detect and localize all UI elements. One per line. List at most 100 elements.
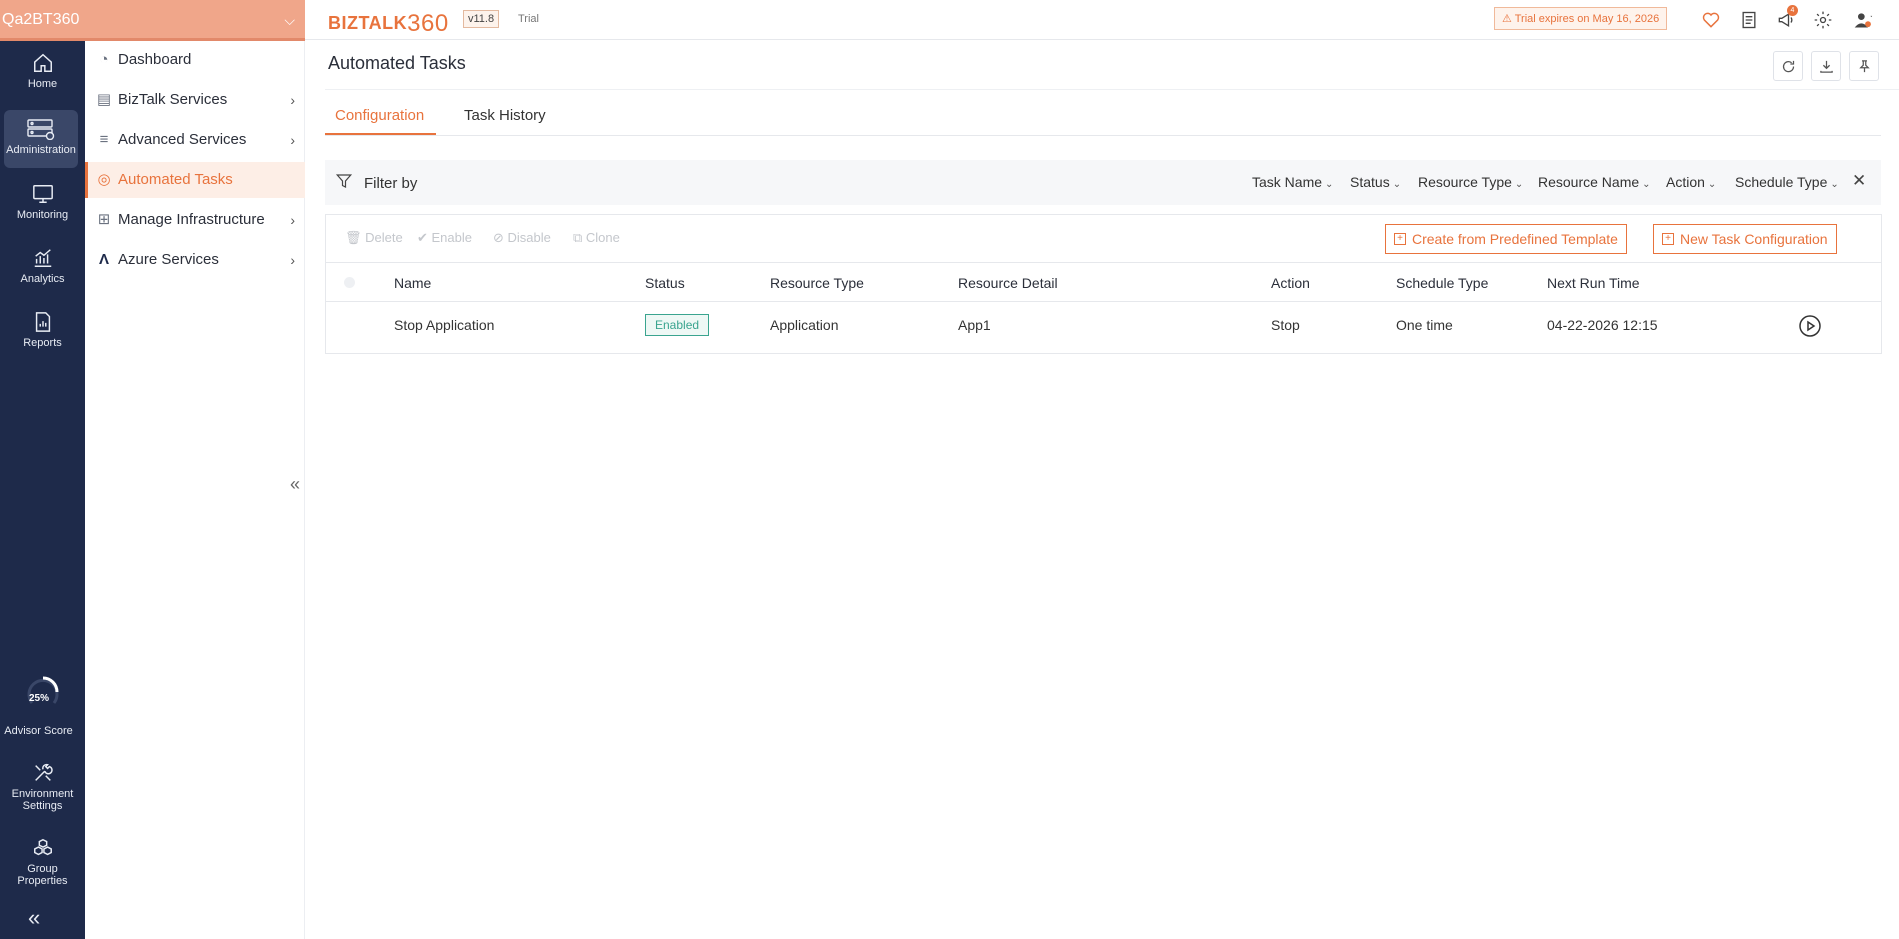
select-all-checkbox[interactable] — [344, 277, 355, 288]
new-task-configuration-label: New Task Configuration — [1680, 231, 1828, 247]
subnav-item-dashboard[interactable]: ◔ Dashboard — [85, 42, 305, 78]
rail-item-reports[interactable]: Reports — [0, 311, 85, 349]
cell-name[interactable]: Stop Application — [394, 317, 494, 333]
subnav-label-biztalk-services: BizTalk Services — [118, 91, 228, 108]
subnav-item-automated-tasks[interactable]: ◎ Automated Tasks — [85, 162, 305, 198]
download-button[interactable] — [1811, 51, 1841, 81]
app-logo[interactable]: BIZTALK360 — [328, 8, 449, 37]
filter-schedule-type-dropdown[interactable]: Schedule Type ⌄ — [1735, 174, 1839, 190]
create-from-template-label: Create from Predefined Template — [1412, 231, 1618, 247]
health-heart-icon[interactable] — [1701, 10, 1721, 30]
tools-icon — [34, 763, 53, 781]
subnav-item-manage-infrastructure[interactable]: ⊞ Manage Infrastructure › — [85, 202, 305, 238]
rail-label-home: Home — [27, 78, 58, 90]
subnav-item-azure-services[interactable]: Λ Azure Services › — [85, 242, 305, 278]
rail-item-environment-settings[interactable]: Environment Settings — [0, 762, 85, 812]
subnav-label-advanced-services: Advanced Services — [118, 131, 247, 148]
clone-button[interactable]: ⧉ Clone — [573, 230, 620, 246]
column-header-name[interactable]: Name — [394, 275, 431, 291]
rail-item-monitoring[interactable]: Monitoring — [0, 183, 85, 221]
tab-task-history[interactable]: Task History — [464, 107, 546, 124]
enable-label: Enable — [431, 230, 472, 245]
home-icon — [33, 53, 52, 72]
subnav-label-automated-tasks: Automated Tasks — [118, 171, 233, 188]
gear-icon[interactable] — [1813, 10, 1833, 30]
run-task-play-icon[interactable] — [1798, 314, 1822, 338]
delete-label: Delete — [365, 230, 403, 245]
rail-item-group-properties[interactable]: Group Properties — [0, 837, 85, 887]
rail-item-administration[interactable]: Administration — [4, 110, 78, 168]
filter-schedule-type-label: Schedule Type — [1735, 174, 1828, 190]
column-header-status[interactable]: Status — [645, 275, 685, 291]
column-header-resource-type[interactable]: Resource Type — [770, 275, 864, 291]
disable-button[interactable]: ⊘ Disable — [493, 230, 551, 246]
subnav-item-biztalk-services[interactable]: ▤ BizTalk Services › — [85, 82, 305, 118]
chevron-down-icon: ⌄ — [1707, 179, 1717, 190]
biztalk-icon: ▤ — [96, 91, 112, 108]
cell-action: Stop — [1271, 317, 1300, 333]
enable-button[interactable]: ✔ Enable — [417, 230, 472, 246]
new-task-configuration-button[interactable]: + New Task Configuration — [1653, 224, 1837, 254]
top-header: BIZTALK360 v11.8 Trial ⚠ Trial expires o… — [305, 0, 1899, 40]
subnav-item-advanced-services[interactable]: ≡ Advanced Services › — [85, 122, 305, 158]
status-badge: Enabled — [645, 314, 710, 336]
rail-collapse-icon[interactable]: « — [28, 905, 40, 931]
clear-filters-close-icon[interactable]: ✕ — [1852, 171, 1866, 191]
environment-name: Qa2BT360 — [2, 11, 80, 28]
tab-configuration[interactable]: Configuration — [335, 107, 424, 124]
server-admin-icon — [27, 119, 55, 140]
environment-selector-edge — [0, 38, 305, 41]
subnav-label-azure-services: Azure Services — [118, 251, 219, 268]
chevron-right-icon: › — [290, 132, 295, 148]
refresh-button[interactable] — [1773, 51, 1803, 81]
rail-label-monitoring: Monitoring — [16, 209, 69, 221]
filter-funnel-icon — [335, 174, 353, 188]
pie-chart-icon: ◔ — [99, 51, 109, 68]
create-from-template-button[interactable]: + Create from Predefined Template — [1385, 224, 1627, 254]
analytics-chart-icon — [34, 249, 51, 267]
filter-status-dropdown[interactable]: Status ⌄ — [1350, 174, 1401, 190]
chevron-down-icon: ⌄ — [1830, 179, 1839, 190]
chevron-down-icon: ⌄ — [1514, 179, 1524, 190]
advisor-score-value: 25% — [28, 693, 49, 704]
column-header-schedule-type[interactable]: Schedule Type — [1396, 275, 1488, 291]
filter-action-dropdown[interactable]: Action ⌄ — [1666, 174, 1716, 190]
trial-expiry-text: Trial expires on May 16, 2026 — [1514, 13, 1660, 25]
sidebar-collapse-icon[interactable]: « — [290, 474, 300, 495]
rail-item-analytics[interactable]: Analytics — [0, 247, 85, 285]
pin-button[interactable] — [1849, 51, 1879, 81]
rail-label-administration: Administration — [6, 144, 76, 156]
chevron-down-icon: ⌄ — [1642, 179, 1651, 190]
filter-task-name-dropdown[interactable]: Task Name ⌄ — [1252, 174, 1333, 190]
rail-item-home[interactable]: Home — [0, 52, 85, 90]
subnav-label-manage-infrastructure: Manage Infrastructure — [118, 211, 265, 228]
monitor-icon — [32, 185, 53, 203]
cell-next-run-time: 04-22-2026 12:15 — [1547, 317, 1658, 333]
filter-task-name-label: Task Name — [1252, 174, 1323, 190]
notes-icon[interactable] — [1739, 10, 1759, 30]
filter-resource-type-dropdown[interactable]: Resource Type ⌄ — [1418, 174, 1523, 190]
filter-resource-name-dropdown[interactable]: Resource Name ⌄ — [1538, 174, 1651, 190]
table-row[interactable]: Stop Application Enabled Application App… — [326, 302, 1881, 352]
advisor-score-gauge[interactable] — [24, 673, 62, 711]
rail-label-analytics: Analytics — [20, 273, 65, 285]
delete-button[interactable]: 🗑 Delete — [345, 230, 403, 246]
column-header-next-run-time[interactable]: Next Run Time — [1547, 275, 1640, 291]
report-document-icon — [35, 312, 50, 332]
download-icon — [1820, 60, 1833, 73]
group-boxes-icon — [33, 838, 52, 856]
tasks-grid: 🗑 Delete ✔ Enable ⊘ Disable ⧉ Clone + Cr… — [325, 214, 1882, 354]
rail-label-environment: Environment — [11, 788, 74, 800]
table-header: Name Status Resource Type Resource Detai… — [326, 262, 1881, 302]
rail-label-settings: Settings — [22, 800, 63, 812]
filter-bar: Filter by Task Name ⌄ Status ⌄ Resource Ty… — [325, 160, 1881, 205]
notification-count-badge: 4 — [1787, 5, 1798, 16]
user-avatar-icon[interactable] — [1853, 10, 1873, 30]
column-header-resource-detail[interactable]: Resource Detail — [958, 275, 1058, 291]
filter-status-label: Status — [1350, 174, 1390, 190]
cell-resource-type: Application — [770, 317, 839, 333]
version-badge: v11.8 — [463, 10, 500, 28]
column-header-action[interactable]: Action — [1271, 275, 1310, 291]
secondary-sidebar: ◔ Dashboard ▤ BizTalk Services › ≡ Advan… — [85, 40, 305, 939]
environment-selector[interactable]: Qa2BT360 ⌵ — [0, 0, 305, 40]
